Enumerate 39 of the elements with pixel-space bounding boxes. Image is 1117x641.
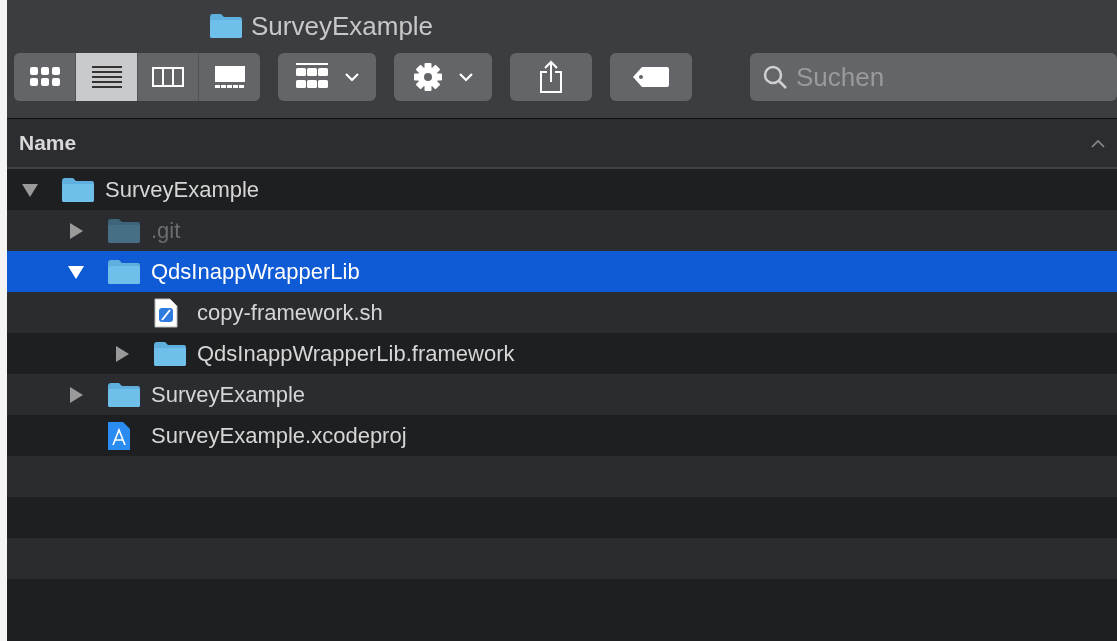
file-name: SurveyExample xyxy=(105,176,260,204)
tag-icon xyxy=(631,66,670,88)
gallery-view-icon xyxy=(213,65,246,89)
file-row[interactable]: SurveyExample xyxy=(7,374,1117,415)
file-name: SurveyExample xyxy=(151,381,306,409)
folder-icon xyxy=(107,217,141,244)
action-button[interactable] xyxy=(393,53,492,101)
file-name: .git xyxy=(151,217,181,245)
window-title: SurveyExample xyxy=(251,9,434,43)
file-row[interactable]: copy-framework.sh xyxy=(7,292,1117,333)
script-file-icon xyxy=(153,297,179,328)
view-mode-button[interactable] xyxy=(198,53,260,101)
column-header[interactable]: Name xyxy=(19,127,77,159)
gear-icon xyxy=(412,62,443,92)
list-view-icon xyxy=(91,65,122,89)
file-name: QdsInappWrapperLib.framework xyxy=(197,340,515,368)
folder-icon xyxy=(153,340,187,367)
folder-icon xyxy=(107,381,141,408)
tag-button[interactable] xyxy=(609,53,692,101)
folder-icon xyxy=(209,13,243,39)
search-icon xyxy=(761,64,788,90)
triangle-right-icon[interactable] xyxy=(113,344,131,363)
file-name: copy-framework.sh xyxy=(197,299,383,327)
chevron-down-icon xyxy=(344,72,359,82)
project-file-icon xyxy=(107,420,131,451)
file-name: QdsInappWrapperLib xyxy=(151,258,360,286)
file-name: SurveyExample.xcodeproj xyxy=(151,422,407,450)
folder-icon xyxy=(107,258,141,285)
column-view-icon xyxy=(152,65,185,89)
view-mode-button[interactable] xyxy=(75,53,137,101)
file-row[interactable]: QdsInappWrapperLib xyxy=(7,251,1117,292)
folder-icon xyxy=(61,176,95,203)
triangle-right-icon[interactable] xyxy=(67,221,85,240)
share-icon xyxy=(537,60,564,94)
share-button[interactable] xyxy=(509,53,592,101)
group-button[interactable] xyxy=(277,53,376,101)
chevron-down-icon xyxy=(458,72,473,82)
icon-view-icon xyxy=(29,65,60,89)
triangle-right-icon[interactable] xyxy=(67,385,85,404)
